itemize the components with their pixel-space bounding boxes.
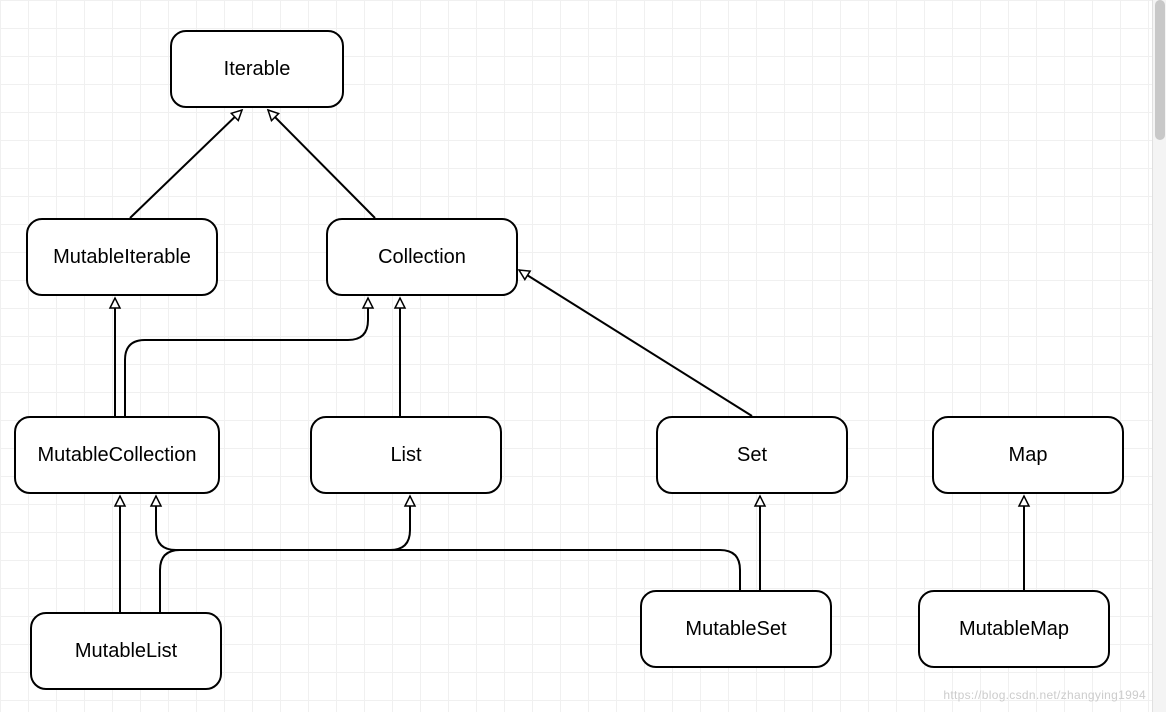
node-mutable-iterable[interactable]: MutableIterable xyxy=(26,218,218,296)
node-list[interactable]: List xyxy=(310,416,502,494)
node-map[interactable]: Map xyxy=(932,416,1124,494)
node-label: MutableCollection xyxy=(38,444,197,467)
node-mutable-map[interactable]: MutableMap xyxy=(918,590,1110,668)
node-collection[interactable]: Collection xyxy=(326,218,518,296)
node-iterable[interactable]: Iterable xyxy=(170,30,344,108)
node-label: MutableList xyxy=(75,640,177,663)
node-set[interactable]: Set xyxy=(656,416,848,494)
node-label: Set xyxy=(737,444,767,467)
node-label: MutableMap xyxy=(959,618,1069,641)
watermark: https://blog.csdn.net/zhangying1994 xyxy=(943,688,1146,702)
node-label: Iterable xyxy=(224,58,291,81)
node-mutable-set[interactable]: MutableSet xyxy=(640,590,832,668)
node-label: Map xyxy=(1009,444,1048,467)
node-label: MutableIterable xyxy=(53,246,191,269)
node-mutable-collection[interactable]: MutableCollection xyxy=(14,416,220,494)
node-mutable-list[interactable]: MutableList xyxy=(30,612,222,690)
node-label: MutableSet xyxy=(685,618,786,641)
node-label: List xyxy=(390,444,421,467)
scrollbar-thumb[interactable] xyxy=(1155,0,1165,140)
node-label: Collection xyxy=(378,246,466,269)
vertical-scrollbar[interactable] xyxy=(1152,0,1166,712)
